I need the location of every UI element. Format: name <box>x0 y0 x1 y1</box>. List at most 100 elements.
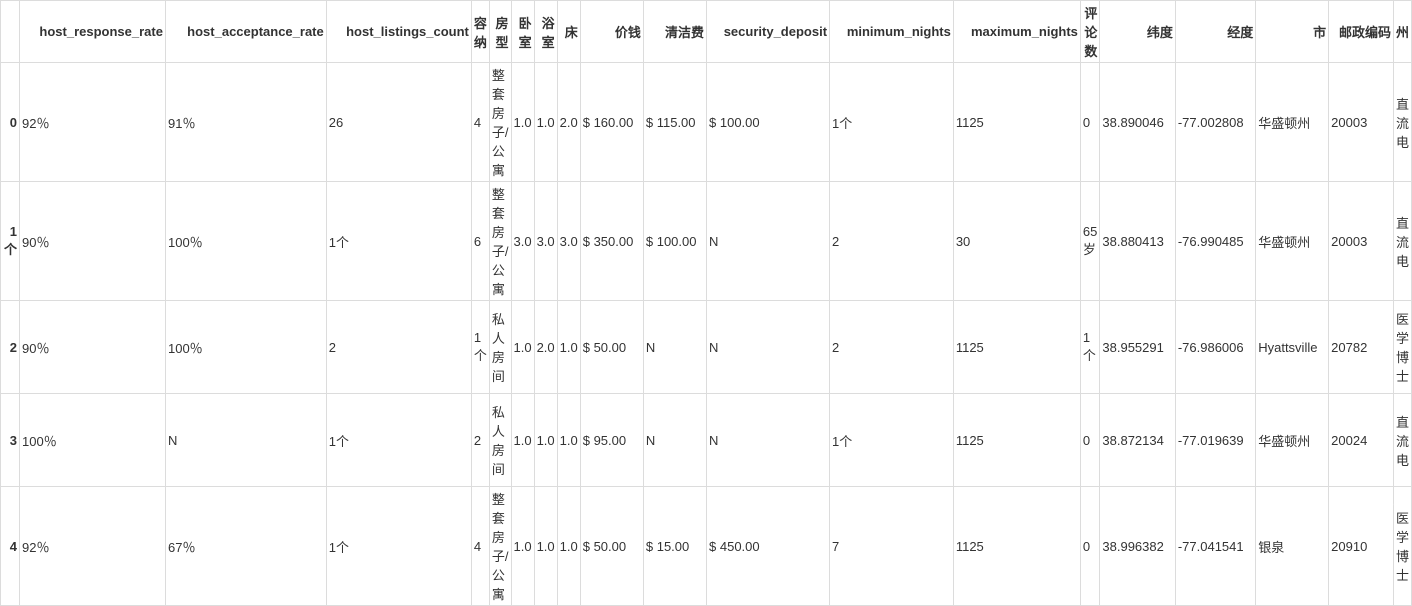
cell: 整套房子/公寓 <box>489 182 511 301</box>
cell: $ 100.00 <box>643 182 706 301</box>
cell: N <box>707 394 830 487</box>
cell: 92％ <box>20 487 166 606</box>
cell: 直流电 <box>1393 394 1411 487</box>
cell: $ 95.00 <box>580 394 643 487</box>
cell: 0 <box>1080 63 1099 182</box>
cell: 4 <box>471 487 489 606</box>
cell: 38.872134 <box>1100 394 1175 487</box>
cell: 1125 <box>953 487 1080 606</box>
col-cleaning-fee: 清洁费 <box>643 1 706 63</box>
col-security_deposit: security_deposit <box>707 1 830 63</box>
cell: N <box>643 301 706 394</box>
cell: 92％ <box>20 63 166 182</box>
cell: 华盛顿州 <box>1256 394 1329 487</box>
cell: $ 100.00 <box>707 63 830 182</box>
cell: 0 <box>1080 487 1099 606</box>
cell: 2 <box>326 301 471 394</box>
cell: 医学博士 <box>1393 301 1411 394</box>
cell: $ 115.00 <box>643 63 706 182</box>
cell: 2 <box>830 301 954 394</box>
row-index: 1个 <box>1 182 20 301</box>
cell: 26 <box>326 63 471 182</box>
row-index: 3 <box>1 394 20 487</box>
cell: 1.0 <box>511 63 534 182</box>
cell: -76.990485 <box>1175 182 1255 301</box>
cell: 1个 <box>326 182 471 301</box>
table-body: 092％91％264整套房子/公寓1.01.02.0$ 160.00$ 115.… <box>1 63 1412 606</box>
cell: 100％ <box>165 301 326 394</box>
cell: 90％ <box>20 182 166 301</box>
cell: 3.0 <box>534 182 557 301</box>
row-index: 2 <box>1 301 20 394</box>
cell: 20910 <box>1329 487 1394 606</box>
col-minimum_nights: minimum_nights <box>830 1 954 63</box>
cell: 1.0 <box>557 394 580 487</box>
cell: $ 450.00 <box>707 487 830 606</box>
table-row: 092％91％264整套房子/公寓1.01.02.0$ 160.00$ 115.… <box>1 63 1412 182</box>
col-price: 价钱 <box>580 1 643 63</box>
cell: 67％ <box>165 487 326 606</box>
cell: 1125 <box>953 301 1080 394</box>
cell: 1个 <box>326 487 471 606</box>
row-index: 0 <box>1 63 20 182</box>
cell: 100％ <box>20 394 166 487</box>
cell: 2.0 <box>557 63 580 182</box>
col-state: 州 <box>1393 1 1411 63</box>
cell: $ 15.00 <box>643 487 706 606</box>
cell: 1个 <box>326 394 471 487</box>
cell: 2 <box>830 182 954 301</box>
table-row: 290％100％21个私人房间1.02.01.0$ 50.00NN211251个… <box>1 301 1412 394</box>
cell: $ 160.00 <box>580 63 643 182</box>
cell: 20782 <box>1329 301 1394 394</box>
col-accommodates: 容纳 <box>471 1 489 63</box>
cell: 1.0 <box>557 301 580 394</box>
row-index: 4 <box>1 487 20 606</box>
cell: N <box>165 394 326 487</box>
cell: 3.0 <box>511 182 534 301</box>
col-host_acceptance_rate: host_acceptance_rate <box>165 1 326 63</box>
cell: -77.041541 <box>1175 487 1255 606</box>
cell: 1个 <box>471 301 489 394</box>
col-reviews: 评论数 <box>1080 1 1099 63</box>
cell: 38.890046 <box>1100 63 1175 182</box>
col-host_response_rate: host_response_rate <box>20 1 166 63</box>
col-latitude: 纬度 <box>1100 1 1175 63</box>
cell: 1.0 <box>557 487 580 606</box>
cell: $ 350.00 <box>580 182 643 301</box>
cell: 7 <box>830 487 954 606</box>
cell: -77.019639 <box>1175 394 1255 487</box>
cell: -76.986006 <box>1175 301 1255 394</box>
cell: 20003 <box>1329 63 1394 182</box>
col-city: 市 <box>1256 1 1329 63</box>
cell: 1个 <box>830 394 954 487</box>
index-header <box>1 1 20 63</box>
cell: 20024 <box>1329 394 1394 487</box>
cell: 华盛顿州 <box>1256 63 1329 182</box>
col-maximum_nights: maximum_nights <box>953 1 1080 63</box>
cell: 1.0 <box>534 63 557 182</box>
cell: 30 <box>953 182 1080 301</box>
cell: N <box>643 394 706 487</box>
col-zipcode: 邮政编码 <box>1329 1 1394 63</box>
cell: $ 50.00 <box>580 487 643 606</box>
cell: 90％ <box>20 301 166 394</box>
cell: 4 <box>471 63 489 182</box>
cell: 38.955291 <box>1100 301 1175 394</box>
cell: 私人房间 <box>489 394 511 487</box>
cell: 2 <box>471 394 489 487</box>
cell: 1125 <box>953 394 1080 487</box>
cell: 1.0 <box>511 487 534 606</box>
cell: 1125 <box>953 63 1080 182</box>
cell: 38.880413 <box>1100 182 1175 301</box>
cell: 3.0 <box>557 182 580 301</box>
cell: 银泉 <box>1256 487 1329 606</box>
cell: 6 <box>471 182 489 301</box>
table-row: 1个90％100％1个6整套房子/公寓3.03.03.0$ 350.00$ 10… <box>1 182 1412 301</box>
table-row: 3100％N1个2私人房间1.01.01.0$ 95.00NN1个1125038… <box>1 394 1412 487</box>
col-host_listings_count: host_listings_count <box>326 1 471 63</box>
cell: 38.996382 <box>1100 487 1175 606</box>
cell: -77.002808 <box>1175 63 1255 182</box>
cell: 直流电 <box>1393 63 1411 182</box>
cell: $ 50.00 <box>580 301 643 394</box>
cell: 整套房子/公寓 <box>489 63 511 182</box>
